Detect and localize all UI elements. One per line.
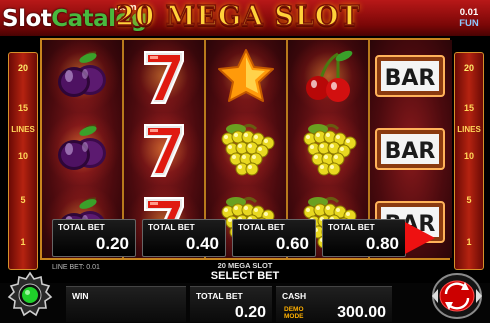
- demo-mode-label: DEMO MODE: [284, 306, 304, 320]
- game-name-text: 20 MEGA SLOT: [217, 261, 273, 270]
- plum-icon: [42, 113, 122, 185]
- select-bet-prompt: SELECT BET: [210, 270, 280, 282]
- bet-option-label: TOTAL BET: [58, 222, 105, 232]
- seven-icon: [124, 40, 204, 112]
- bet-option-label: TOTAL BET: [148, 222, 195, 232]
- total-bet-label: TOTAL BET: [196, 291, 243, 301]
- bet-option-value: 0.40: [185, 234, 219, 253]
- denomination-value: 0.01: [459, 7, 479, 18]
- win-label: WIN: [72, 291, 89, 301]
- denomination-badge[interactable]: 0.01 FUN: [451, 7, 487, 29]
- bar-icon: BAR: [370, 40, 450, 112]
- play-arrow-icon[interactable]: [405, 222, 435, 254]
- left-lines-panel: 20 15 LINES 10 5 1: [8, 52, 38, 270]
- game-logo: 20 MEGA SLOT: [115, 0, 361, 33]
- win-panel: WIN: [66, 286, 186, 322]
- bar-icon: BAR: [370, 113, 450, 185]
- total-bet-value: 0.20: [234, 304, 266, 321]
- line-number-20[interactable]: 20: [455, 63, 483, 73]
- cash-panel: CASH DEMO MODE 300.00: [276, 286, 392, 322]
- bet-option-button[interactable]: TOTAL BET 0.60: [232, 219, 316, 257]
- bet-option-label: TOTAL BET: [328, 222, 375, 232]
- bet-option-value: 0.20: [95, 234, 129, 253]
- mode-label: FUN: [459, 18, 479, 29]
- lines-label: LINES: [11, 125, 35, 134]
- svg-text:BAR: BAR: [385, 139, 436, 164]
- line-number-20[interactable]: 20: [9, 63, 37, 73]
- line-number-10[interactable]: 10: [455, 151, 483, 161]
- bet-option-value: 0.80: [365, 234, 399, 253]
- svg-text:BAR: BAR: [385, 66, 436, 91]
- plum-icon: [42, 40, 122, 112]
- grapes-icon: [206, 113, 286, 185]
- bet-options-row: TOTAL BET 0.20 TOTAL BET 0.40 TOTAL BET …: [52, 219, 442, 257]
- settings-gear-icon[interactable]: [5, 270, 55, 320]
- line-number-1[interactable]: 1: [9, 237, 37, 247]
- bet-option-button[interactable]: TOTAL BET 0.80: [322, 219, 406, 257]
- line-number-5[interactable]: 5: [9, 195, 37, 205]
- bet-option-button[interactable]: TOTAL BET 0.40: [142, 219, 226, 257]
- spin-button[interactable]: [428, 270, 486, 322]
- bet-option-button[interactable]: TOTAL BET 0.20: [52, 219, 136, 257]
- cash-label: CASH: [282, 291, 307, 301]
- star-icon: [206, 40, 286, 112]
- line-number-15[interactable]: 15: [455, 103, 483, 113]
- watermark-part1: Slot: [2, 6, 52, 32]
- line-number-5[interactable]: 5: [455, 195, 483, 205]
- line-number-10[interactable]: 10: [9, 151, 37, 161]
- status-light-icon: [22, 287, 38, 303]
- seven-icon: [124, 113, 204, 185]
- line-number-15[interactable]: 15: [9, 103, 37, 113]
- right-lines-panel: 20 15 LINES 10 5 1: [454, 52, 484, 270]
- bet-option-value: 0.60: [275, 234, 309, 253]
- bet-option-label: TOTAL BET: [238, 222, 285, 232]
- lines-label: LINES: [457, 125, 481, 134]
- line-bet-text: LINE BET: 0.01: [52, 264, 100, 271]
- grapes-icon: [288, 113, 368, 185]
- cherry-icon: [288, 40, 368, 112]
- cash-value: 300.00: [337, 304, 386, 321]
- line-number-1[interactable]: 1: [455, 237, 483, 247]
- total-bet-panel: TOTAL BET 0.20: [190, 286, 272, 322]
